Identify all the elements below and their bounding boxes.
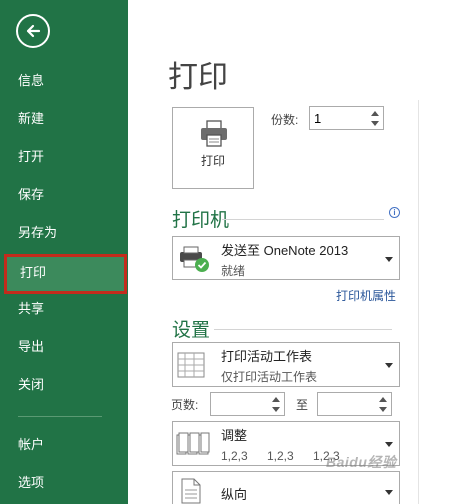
sidebar-item-print[interactable]: 打印 bbox=[4, 254, 127, 294]
decrement-arrow-icon[interactable] bbox=[272, 406, 280, 412]
dropdown-arrow-icon bbox=[385, 442, 393, 447]
print-what-sub: 仅打印活动工作表 bbox=[221, 370, 318, 384]
printer-status: 就绪 bbox=[221, 264, 246, 278]
orientation-main: 纵向 bbox=[221, 487, 248, 502]
sidebar-item-new[interactable]: 新建 bbox=[0, 100, 128, 138]
back-arrow-icon bbox=[26, 24, 41, 38]
dropdown-arrow-icon bbox=[385, 490, 393, 495]
collate-main: 调整 bbox=[221, 428, 248, 443]
printer-section-title: 打印机 bbox=[172, 210, 230, 231]
decrement-arrow-icon[interactable] bbox=[379, 406, 387, 412]
orientation-dropdown[interactable]: 纵向 bbox=[172, 471, 400, 504]
increment-arrow-icon[interactable] bbox=[379, 396, 387, 402]
print-what-dropdown[interactable]: 打印活动工作表 仅打印活动工作表 bbox=[172, 342, 400, 387]
watermark: Baidu经验 bbox=[326, 454, 397, 470]
page-title: 打印 bbox=[168, 61, 228, 94]
collate-value: 1,2,3 bbox=[267, 449, 294, 463]
sidebar-item-account[interactable]: 帐户 bbox=[0, 426, 128, 464]
sidebar-item-export[interactable]: 导出 bbox=[0, 328, 128, 366]
increment-arrow-icon[interactable] bbox=[371, 110, 379, 116]
dropdown-arrow-icon bbox=[385, 363, 393, 368]
pages-from-stepper[interactable] bbox=[210, 392, 285, 416]
section-divider bbox=[222, 219, 384, 220]
printer-status-icon bbox=[180, 246, 209, 272]
sidebar-item-info[interactable]: 信息 bbox=[0, 62, 128, 100]
settings-section-title: 设置 bbox=[172, 320, 211, 341]
sidebar-item-save[interactable]: 保存 bbox=[0, 176, 128, 214]
copies-label: 份数: bbox=[271, 113, 299, 127]
dropdown-arrow-icon bbox=[385, 257, 393, 262]
sidebar-item-close[interactable]: 关闭 bbox=[0, 366, 128, 404]
pages-to-label: 至 bbox=[296, 398, 309, 412]
decrement-arrow-icon[interactable] bbox=[371, 120, 379, 126]
info-icon[interactable]: i bbox=[389, 207, 400, 218]
sidebar-divider bbox=[18, 416, 102, 417]
pages-label: 页数: bbox=[171, 398, 199, 412]
preview-divider bbox=[418, 100, 419, 504]
section-divider bbox=[214, 329, 392, 330]
back-button[interactable] bbox=[16, 14, 50, 48]
increment-arrow-icon[interactable] bbox=[272, 396, 280, 402]
pages-to-stepper[interactable] bbox=[317, 392, 392, 416]
printer-icon bbox=[201, 120, 227, 147]
copies-stepper[interactable] bbox=[309, 106, 384, 130]
backstage-sidebar: 信息 新建 打开 保存 另存为 打印 共享 导出 关闭 帐户 选项 bbox=[0, 0, 128, 504]
print-button[interactable]: 打印 bbox=[172, 107, 254, 189]
sidebar-item-open[interactable]: 打开 bbox=[0, 138, 128, 176]
portrait-page-icon bbox=[181, 478, 201, 504]
printer-name: 发送至 OneNote 2013 bbox=[221, 243, 349, 258]
collated-pages-icon bbox=[176, 432, 210, 455]
sheet-grid-icon bbox=[177, 352, 205, 378]
sidebar-item-save-as[interactable]: 另存为 bbox=[0, 214, 128, 252]
print-what-main: 打印活动工作表 bbox=[221, 349, 313, 364]
print-button-label: 打印 bbox=[200, 154, 225, 168]
printer-properties-link[interactable]: 打印机属性 bbox=[336, 287, 396, 304]
sidebar-item-share[interactable]: 共享 bbox=[0, 290, 128, 328]
collate-value: 1,2,3 bbox=[221, 449, 248, 463]
sidebar-item-options[interactable]: 选项 bbox=[0, 464, 128, 502]
printer-dropdown[interactable]: 发送至 OneNote 2013 就绪 bbox=[172, 236, 400, 280]
